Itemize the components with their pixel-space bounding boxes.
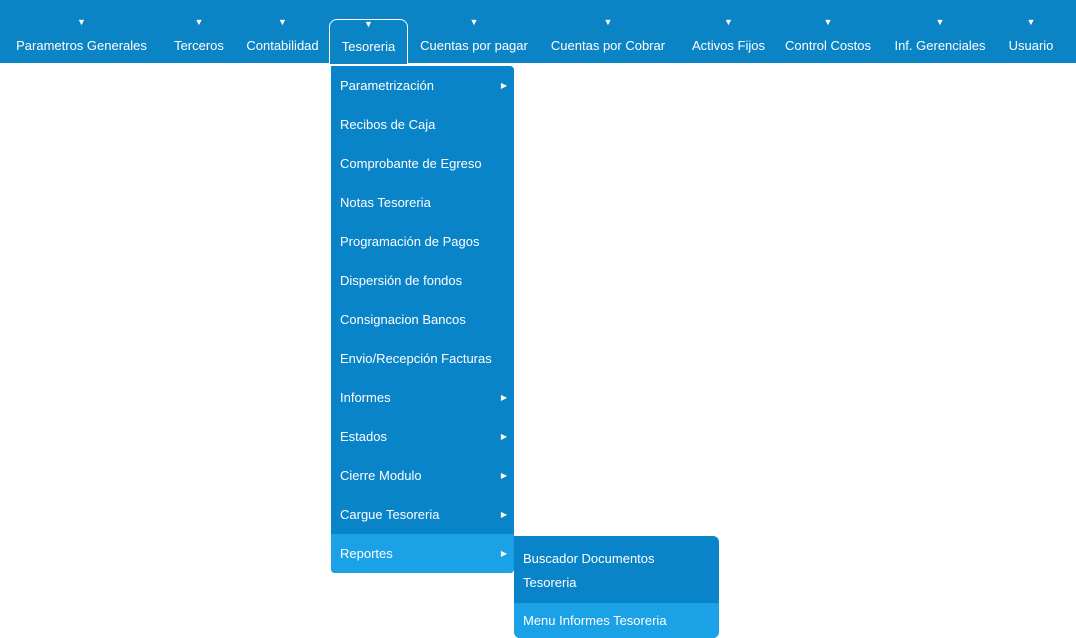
reportes-submenu: Buscador Documentos Tesoreria Menu Infor… <box>514 536 719 638</box>
menu-item-reportes[interactable]: Reportes ▶ <box>331 534 514 573</box>
submenu-item-label: Buscador Documentos Tesoreria <box>523 551 655 590</box>
chevron-right-icon: ▶ <box>500 393 507 402</box>
menu-item-label: Programación de Pagos <box>340 234 480 249</box>
submenu-item-label: Menu Informes Tesoreria <box>523 613 667 628</box>
menu-item-label: Notas Tesoreria <box>340 195 431 210</box>
menu-item-cargue-tesoreria[interactable]: Cargue Tesoreria ▶ <box>331 495 514 534</box>
nav-activos-fijos[interactable]: ▼ Activos Fijos <box>681 0 776 63</box>
chevron-right-icon: ▶ <box>500 510 507 519</box>
nav-label: Usuario <box>1008 38 1054 53</box>
menu-item-label: Cierre Modulo <box>340 468 422 483</box>
nav-label: Activos Fijos <box>692 38 765 53</box>
chevron-down-icon: ▼ <box>278 17 287 27</box>
nav-control-costos[interactable]: ▼ Control Costos <box>779 0 877 63</box>
chevron-down-icon: ▼ <box>194 17 204 27</box>
menu-item-label: Comprobante de Egreso <box>340 156 482 171</box>
chevron-down-icon: ▼ <box>364 19 373 29</box>
menu-item-envio-recepcion-facturas[interactable]: Envio/Recepción Facturas <box>331 339 514 378</box>
chevron-right-icon: ▶ <box>500 549 507 558</box>
submenu-item-buscador-documentos-tesoreria[interactable]: Buscador Documentos Tesoreria <box>514 536 719 603</box>
menu-item-notas-tesoreria[interactable]: Notas Tesoreria <box>331 183 514 222</box>
nav-label: Terceros <box>174 38 224 53</box>
nav-inf-gerenciales[interactable]: ▼ Inf. Gerenciales <box>886 0 994 63</box>
menu-item-programacion-de-pagos[interactable]: Programación de Pagos <box>331 222 514 261</box>
chevron-down-icon: ▼ <box>603 17 613 27</box>
menu-item-parametrizacion[interactable]: Parametrización ▶ <box>331 66 514 105</box>
menu-item-label: Informes <box>340 390 391 405</box>
menu-item-recibos-de-caja[interactable]: Recibos de Caja <box>331 105 514 144</box>
menu-item-label: Reportes <box>340 546 393 561</box>
chevron-right-icon: ▶ <box>500 81 507 90</box>
nav-label: Cuentas por Cobrar <box>550 38 666 53</box>
top-navigation-bar: ▼ Parametros Generales ▼ Terceros ▼ Cont… <box>0 0 1076 64</box>
menu-item-dispersion-de-fondos[interactable]: Dispersión de fondos <box>331 261 514 300</box>
menu-item-label: Estados <box>340 429 387 444</box>
nav-cuentas-por-pagar[interactable]: ▼ Cuentas por pagar <box>413 0 535 63</box>
submenu-item-menu-informes-tesoreria[interactable]: Menu Informes Tesoreria <box>514 603 719 638</box>
chevron-down-icon: ▼ <box>469 17 479 27</box>
nav-terceros[interactable]: ▼ Terceros <box>165 0 233 63</box>
nav-label: Inf. Gerenciales <box>894 38 986 53</box>
menu-item-cierre-modulo[interactable]: Cierre Modulo ▶ <box>331 456 514 495</box>
nav-cuentas-por-cobrar[interactable]: ▼ Cuentas por Cobrar <box>543 0 673 63</box>
menu-item-label: Consignacion Bancos <box>340 312 466 327</box>
nav-tesoreria[interactable]: ▼ Tesoreria <box>329 19 408 64</box>
nav-parametros-generales[interactable]: ▼ Parametros Generales <box>0 0 163 63</box>
menu-item-estados[interactable]: Estados ▶ <box>331 417 514 456</box>
chevron-down-icon: ▼ <box>724 17 733 27</box>
nav-label: Contabilidad <box>246 38 319 53</box>
nav-usuario[interactable]: ▼ Usuario <box>1000 0 1062 63</box>
menu-item-consignacion-bancos[interactable]: Consignacion Bancos <box>331 300 514 339</box>
menu-item-label: Recibos de Caja <box>340 117 436 132</box>
tesoreria-dropdown-menu: Parametrización ▶ Recibos de Caja Compro… <box>331 66 514 573</box>
chevron-down-icon: ▼ <box>823 17 833 27</box>
nav-label: Control Costos <box>785 38 871 53</box>
chevron-down-icon: ▼ <box>77 17 86 27</box>
nav-contabilidad[interactable]: ▼ Contabilidad <box>239 0 326 63</box>
menu-item-informes[interactable]: Informes ▶ <box>331 378 514 417</box>
menu-item-comprobante-de-egreso[interactable]: Comprobante de Egreso <box>331 144 514 183</box>
nav-label: Tesoreria <box>341 39 396 54</box>
menu-item-label: Parametrización <box>340 78 434 93</box>
nav-label: Parametros Generales <box>16 38 147 53</box>
chevron-down-icon: ▼ <box>1026 17 1036 27</box>
chevron-right-icon: ▶ <box>500 432 507 441</box>
chevron-down-icon: ▼ <box>935 17 945 27</box>
menu-item-label: Dispersión de fondos <box>340 273 463 288</box>
chevron-right-icon: ▶ <box>500 471 507 480</box>
menu-item-label: Cargue Tesoreria <box>340 507 440 522</box>
menu-item-label: Envio/Recepción Facturas <box>340 351 492 366</box>
nav-label: Cuentas por pagar <box>420 38 528 53</box>
